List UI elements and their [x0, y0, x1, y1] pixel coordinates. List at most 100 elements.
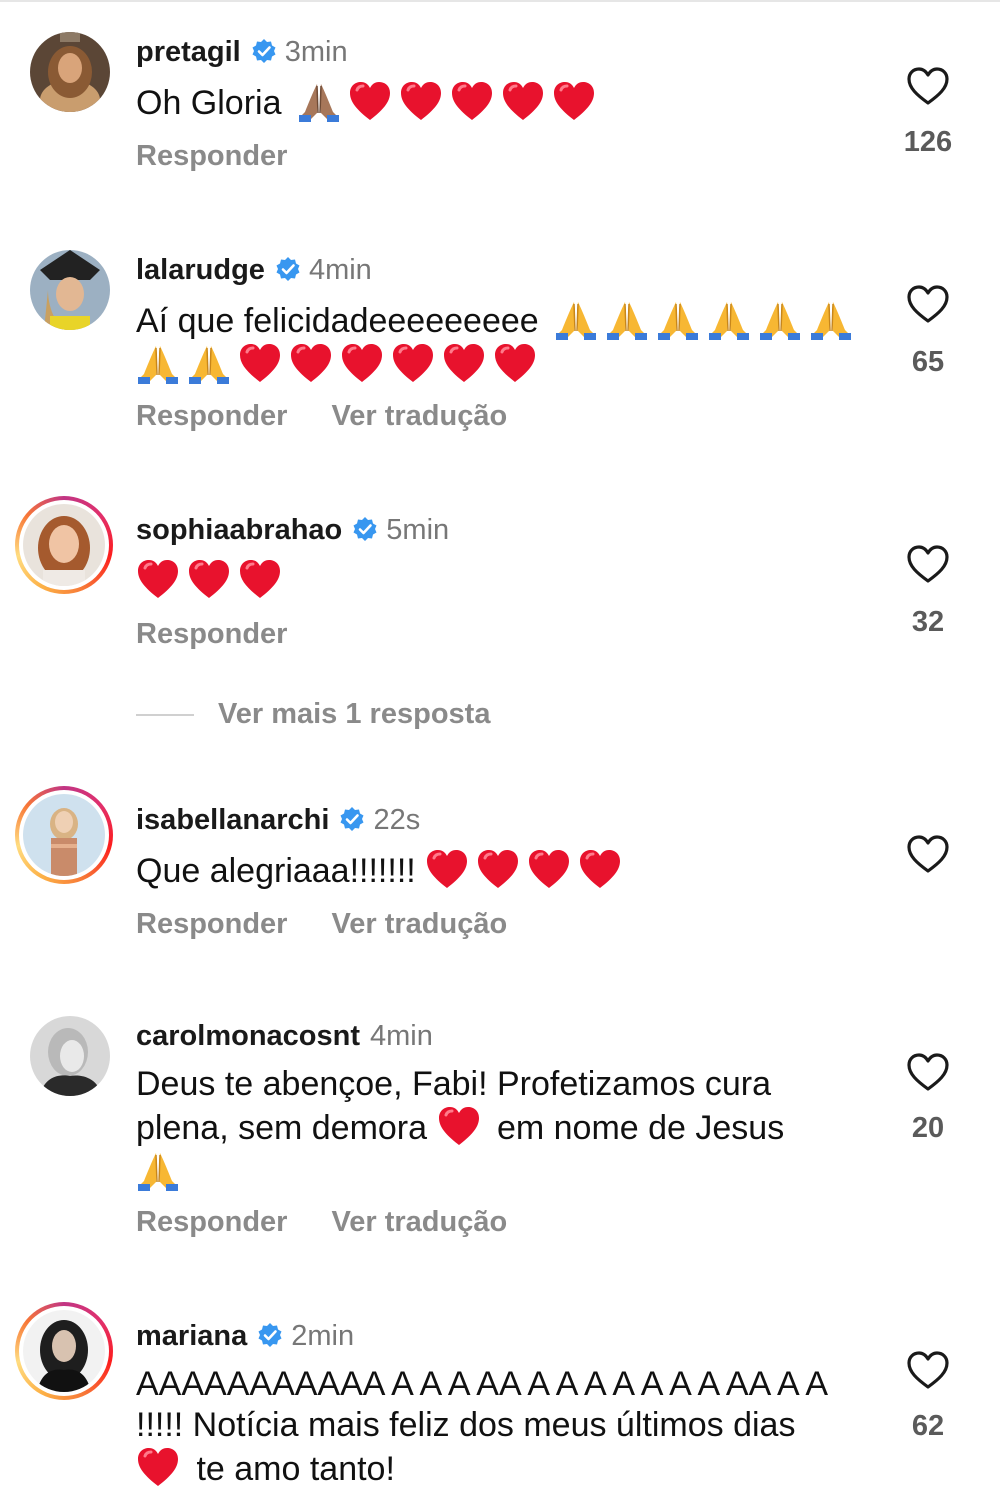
avatar-story-ring[interactable] [15, 1302, 113, 1400]
like-count: 126 [903, 126, 953, 158]
red-heart-emoji [399, 80, 443, 122]
emoji-group [136, 562, 289, 600]
timestamp: 3min [284, 36, 348, 68]
comment-text: AAAAAAAAAAA A A A AA A A A A A A A AA A … [136, 1364, 851, 1490]
reply-button[interactable]: Responder [136, 1206, 287, 1238]
timestamp: 4min [308, 254, 372, 286]
like-button[interactable] [906, 1052, 950, 1092]
like-count: 65 [911, 346, 945, 378]
avatar[interactable] [30, 250, 110, 330]
timestamp: 2min [291, 1320, 355, 1352]
avatar[interactable] [30, 1016, 110, 1096]
red-heart-emoji [425, 848, 469, 890]
comment-actions: Responder Ver tradução [136, 908, 551, 941]
avatar-photo [23, 504, 105, 586]
like-count: 62 [911, 1410, 945, 1442]
translate-button[interactable]: Ver tradução [331, 908, 507, 940]
red-heart-emoji [340, 342, 384, 384]
folded-hands-emoji [136, 1149, 180, 1191]
username[interactable]: pretagil [136, 36, 241, 68]
comment-header: isabellanarchi 22s [136, 800, 420, 840]
avatar-photo [30, 32, 110, 112]
folded-hands-emoji [554, 298, 598, 340]
red-heart-emoji [578, 848, 622, 890]
replies-divider [136, 714, 194, 717]
comment-header: pretagil 3min [136, 32, 348, 72]
folded-hands-emoji [605, 298, 649, 340]
red-heart-emoji [136, 1446, 180, 1488]
red-heart-emoji [552, 80, 596, 122]
comment-header: mariana 2min [136, 1316, 354, 1356]
avatar-photo [30, 250, 110, 330]
like-count: 32 [911, 606, 945, 638]
folded-hands-emoji [707, 298, 751, 340]
red-heart-emoji [527, 848, 571, 890]
comment-text-main: Oh Gloria [136, 84, 282, 122]
verified-badge-icon [339, 806, 365, 832]
red-heart-emoji [476, 848, 520, 890]
verified-badge-icon [251, 38, 277, 64]
translate-button[interactable]: Ver tradução [331, 400, 507, 432]
comment-header: sophiaabrahao 5min [136, 510, 449, 550]
avatar[interactable] [30, 32, 110, 112]
like-button[interactable] [906, 1350, 950, 1390]
avatar-story-ring[interactable] [15, 496, 113, 594]
username[interactable]: lalarudge [136, 254, 265, 286]
reply-button[interactable]: Responder [136, 140, 287, 172]
red-heart-emoji [437, 1105, 481, 1147]
avatar-story-ring[interactable] [15, 786, 113, 884]
comment-header: carolmonacosnt 4min [136, 1016, 433, 1056]
comment-text [136, 558, 856, 602]
red-heart-emoji [238, 558, 282, 600]
comment-actions: Responder [136, 618, 331, 651]
comment-text: Que alegriaaa!!!!!!! [136, 848, 856, 892]
folded-hands-emoji [758, 298, 802, 340]
red-heart-emoji [136, 558, 180, 600]
heart-outline-icon [906, 1350, 950, 1390]
red-heart-emoji [450, 80, 494, 122]
red-heart-emoji [348, 80, 392, 122]
avatar-photo [23, 1310, 105, 1392]
verified-badge-icon [257, 1322, 283, 1348]
comment-header: lalarudge 4min [136, 250, 372, 290]
heart-outline-icon [906, 284, 950, 324]
comment-text-continued: em nome de Jesus [496, 1109, 785, 1147]
emoji-group [297, 84, 603, 122]
translate-button[interactable]: Ver tradução [331, 1206, 507, 1238]
verified-badge-icon [275, 256, 301, 282]
comment-text-main: Aí que felicidadeeeeeeeee [136, 302, 539, 340]
folded-hands-emoji [187, 342, 231, 384]
comment-text-main: AAAAAAAAAAA A A A AA A A A A A A A AA A … [136, 1365, 827, 1444]
view-more-replies[interactable]: Ver mais 1 resposta [136, 694, 490, 734]
timestamp: 5min [386, 514, 450, 546]
comment-actions: Responder [136, 140, 331, 173]
emoji-group [416, 852, 629, 890]
red-heart-emoji [391, 342, 435, 384]
like-button[interactable] [906, 66, 950, 106]
folded-hands-emoji [297, 80, 341, 122]
reply-button[interactable]: Responder [136, 618, 287, 650]
heart-outline-icon [906, 544, 950, 584]
heart-outline-icon [906, 834, 950, 874]
reply-button[interactable]: Responder [136, 908, 287, 940]
like-button[interactable] [906, 284, 950, 324]
red-heart-emoji [442, 342, 486, 384]
username[interactable]: isabellanarchi [136, 804, 329, 836]
timestamp: 22s [373, 804, 421, 836]
username[interactable]: mariana [136, 1320, 247, 1352]
comment-text-main: Que alegriaaa!!!!!!! [136, 852, 416, 890]
comment-text: Deus te abençoe, Fabi! Profetizamos cura… [136, 1064, 836, 1193]
heart-outline-icon [906, 66, 950, 106]
avatar-photo [23, 794, 105, 876]
like-button[interactable] [906, 544, 950, 584]
reply-button[interactable]: Responder [136, 400, 287, 432]
avatar-photo [30, 1016, 110, 1096]
comment-text: Aí que felicidadeeeeeeeee [136, 298, 876, 386]
like-button[interactable] [906, 834, 950, 874]
red-heart-emoji [493, 342, 537, 384]
comment-actions: Responder Ver tradução [136, 400, 551, 433]
username[interactable]: carolmonacosnt [136, 1020, 360, 1052]
username[interactable]: sophiaabrahao [136, 514, 342, 546]
red-heart-emoji [289, 342, 333, 384]
red-heart-emoji [238, 342, 282, 384]
